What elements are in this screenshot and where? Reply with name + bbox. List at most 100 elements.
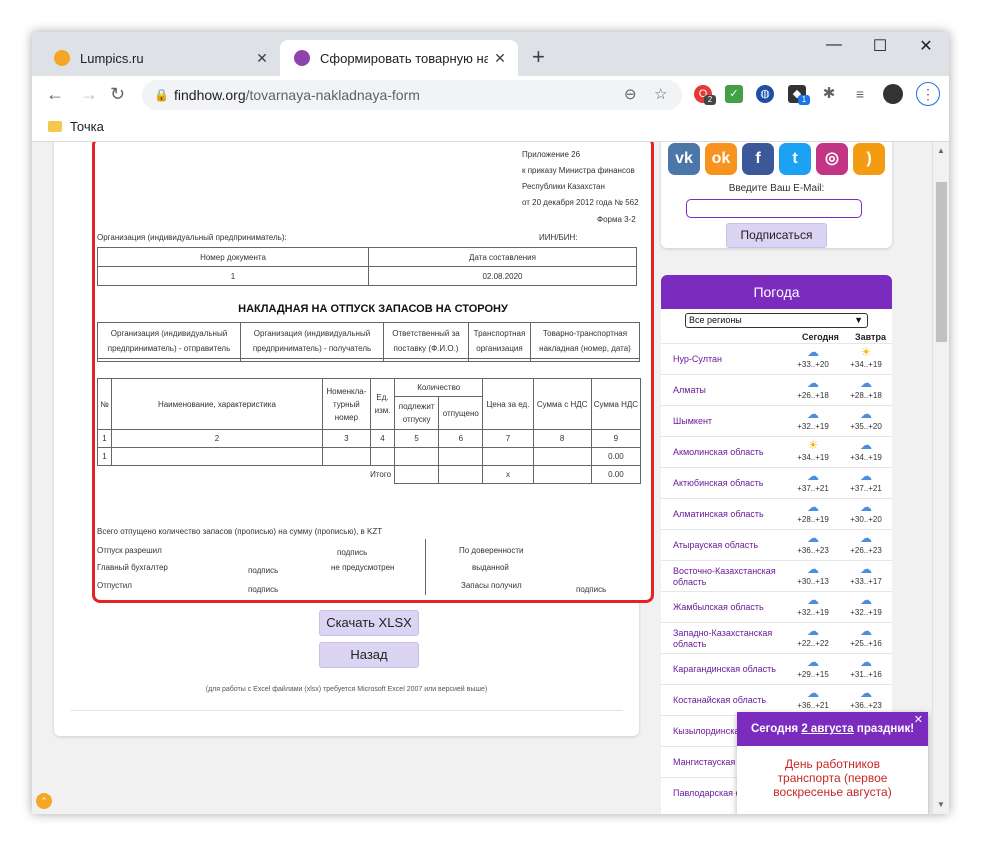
cloud-icon: ☁ xyxy=(860,376,872,390)
puzzle-extensions-icon[interactable]: ✱ xyxy=(820,85,838,103)
address-bar[interactable]: 🔒 findhow.org/tovarnaya-nakladnaya-form … xyxy=(142,80,682,110)
col-number: 3 xyxy=(321,429,371,448)
tab-lumpics[interactable]: Lumpics.ru ✕ xyxy=(40,40,280,76)
signature-hint: подпись xyxy=(337,548,368,557)
cloud-icon: ☁ xyxy=(807,376,819,390)
weather-row[interactable]: Алматы ☁ +26..+18 ☁ +28..+18 xyxy=(661,374,892,405)
weather-tomorrow-cell: ☁ +37..+21 xyxy=(846,470,886,498)
col-number: 9 xyxy=(590,429,642,448)
release-allowed-label: Отпуск разрешил xyxy=(97,546,162,555)
not-provided-label: не предусмотрен xyxy=(331,563,395,572)
weather-row[interactable]: Шымкент ☁ +32..+19 ☁ +35..+20 xyxy=(661,405,892,436)
weather-row[interactable]: Акмолинская область ☀ +34..+19 ☁ +34..+19 xyxy=(661,436,892,467)
weather-region-name[interactable]: Нур-Султан xyxy=(673,344,783,375)
weather-row[interactable]: Карагандинская область ☁ +29..+15 ☁ +31..+16 xyxy=(661,653,892,684)
browser-window: Lumpics.ru ✕ Сформировать товарную накла… xyxy=(32,32,949,814)
weather-today-cell: ☁ +33..+20 xyxy=(793,346,833,374)
back-arrow-icon[interactable]: ← xyxy=(46,84,64,105)
close-window-button[interactable]: ✕ xyxy=(903,36,949,56)
holiday-date-link[interactable]: 2 августа xyxy=(801,723,853,735)
scroll-to-top-button[interactable]: ⌃ xyxy=(36,793,52,809)
subscribe-panel: vk ok f t ◎ ) Введите Ваш E-Mail: Подпис… xyxy=(661,142,892,248)
cloud-icon: ☁ xyxy=(807,655,819,669)
weather-region-name[interactable]: Восточно-Казахстанская область xyxy=(673,561,783,592)
weather-row[interactable]: Западно-Казахстанская область ☁ +22..+22 ☁ +… xyxy=(661,622,892,653)
chief-accountant-label: Главный бухгалтер xyxy=(97,563,168,572)
weather-temp: +28..+18 xyxy=(850,391,882,400)
weather-region-name[interactable]: Акмолинская область xyxy=(673,437,783,468)
weather-region-name[interactable]: Алматы xyxy=(673,375,783,406)
email-field[interactable] xyxy=(686,199,862,218)
vk-icon[interactable]: vk xyxy=(668,143,700,175)
total-row: Итого х 0.00 xyxy=(97,465,642,484)
tab-findhow[interactable]: Сформировать товарную накла ✕ xyxy=(280,40,518,76)
row-vat: 0.00 xyxy=(590,447,642,466)
weather-region-name[interactable]: Жамбылская область xyxy=(673,592,783,623)
tab-close-icon[interactable]: ✕ xyxy=(250,50,274,67)
tab-close-icon[interactable]: ✕ xyxy=(488,50,512,67)
weather-row[interactable]: Актюбинская область ☁ +37..+21 ☁ +37..+21 xyxy=(661,467,892,498)
media-control-icon[interactable]: ≡ xyxy=(851,85,869,103)
scroll-down-arrow-icon[interactable]: ▼ xyxy=(937,800,945,809)
cloud-icon: ☁ xyxy=(807,531,819,545)
weather-tomorrow-cell: ☁ +31..+16 xyxy=(846,656,886,684)
findhow-favicon-icon xyxy=(294,50,310,66)
subscribe-button[interactable]: Подписаться xyxy=(726,223,827,248)
weather-temp: +26..+18 xyxy=(797,391,829,400)
download-xlsx-button[interactable]: Скачать XLSX xyxy=(319,610,419,636)
weather-row[interactable]: Костанайская область ☁ +36..+21 ☁ +36..+23 xyxy=(661,684,892,715)
scrollbar-thumb[interactable] xyxy=(936,182,947,342)
weather-row[interactable]: Алматинская область ☁ +28..+19 ☁ +30..+20 xyxy=(661,498,892,529)
weather-row[interactable]: Жамбылская область ☁ +32..+19 ☁ +32..+19 xyxy=(661,591,892,622)
cloud-icon: ☁ xyxy=(807,469,819,483)
weather-region-name[interactable]: Карагандинская область xyxy=(673,654,783,685)
instagram-icon[interactable]: ◎ xyxy=(816,143,848,175)
col-number: 6 xyxy=(438,429,484,448)
star-icon[interactable]: ☆ xyxy=(654,85,667,103)
tab-title: Сформировать товарную накла xyxy=(320,50,488,66)
weather-region-name[interactable]: Алматинская область xyxy=(673,499,783,530)
today-column-header: Сегодня xyxy=(802,332,839,342)
twitter-icon[interactable]: t xyxy=(779,143,811,175)
weather-row[interactable]: Восточно-Казахстанская область ☁ +30..+13 ☁… xyxy=(661,560,892,591)
issued-label: выданной xyxy=(472,563,509,572)
minimize-button[interactable]: — xyxy=(811,36,857,54)
weather-region-name[interactable]: Атырауская область xyxy=(673,530,783,561)
rss-icon[interactable]: ) xyxy=(853,143,885,175)
new-tab-button[interactable]: + xyxy=(532,44,545,70)
receiver-header: Организация (индивидуальный предпринимате… xyxy=(240,322,384,359)
weather-title: Погода xyxy=(661,275,892,309)
back-button[interactable]: Назад xyxy=(319,642,419,668)
reload-icon[interactable]: ↻ xyxy=(110,84,125,105)
weather-region-name[interactable]: Шымкент xyxy=(673,406,783,437)
weather-tomorrow-cell: ☁ +28..+18 xyxy=(846,377,886,405)
total-text: Всего отпущено количество запасов (пропи… xyxy=(97,527,383,536)
weather-region-name[interactable]: Западно-Казахстанская область xyxy=(673,623,783,654)
maximize-button[interactable]: ☐ xyxy=(857,36,903,56)
header-line: от 20 декабря 2012 года № 562 xyxy=(522,198,639,207)
weather-row[interactable]: Нур-Султан ☁ +33..+20 ☀ +34..+19 xyxy=(661,343,892,374)
forward-arrow-icon[interactable]: → xyxy=(80,84,98,105)
globe-extension-icon[interactable]: ◍ xyxy=(756,85,774,103)
close-icon[interactable]: ✕ xyxy=(914,713,923,726)
odnoklassniki-icon[interactable]: ok xyxy=(705,143,737,175)
check-extension-icon[interactable]: ✓ xyxy=(725,85,743,103)
weather-temp: +26..+23 xyxy=(850,546,882,555)
tab-bar: Lumpics.ru ✕ Сформировать товарную накла… xyxy=(32,32,949,76)
cloud-icon: ☁ xyxy=(860,655,872,669)
page-viewport: Приложение 26 к приказу Министра финансо… xyxy=(32,142,949,814)
region-select[interactable]: Все регионы ▼ xyxy=(685,313,868,328)
row-no: 1 xyxy=(96,447,113,466)
menu-kebab-icon[interactable]: ⋮ xyxy=(916,82,940,106)
url-path: /tovarnaya-nakladnaya-form xyxy=(245,87,420,103)
bookmark-folder[interactable]: Точка xyxy=(48,119,104,134)
weather-region-name[interactable]: Актюбинская область xyxy=(673,468,783,499)
weather-row[interactable]: Атырауская область ☁ +36..+23 ☁ +26..+23 xyxy=(661,529,892,560)
profile-avatar[interactable] xyxy=(883,84,903,104)
holiday-popup-header: Сегодня 2 августа праздник! xyxy=(737,712,928,746)
zoom-icon[interactable]: ⊖ xyxy=(624,85,637,103)
page-scrollbar[interactable]: ▲ ▼ xyxy=(932,142,949,814)
scroll-up-arrow-icon[interactable]: ▲ xyxy=(937,146,945,155)
facebook-icon[interactable]: f xyxy=(742,143,774,175)
form-number: Форма 3-2 xyxy=(597,215,636,224)
